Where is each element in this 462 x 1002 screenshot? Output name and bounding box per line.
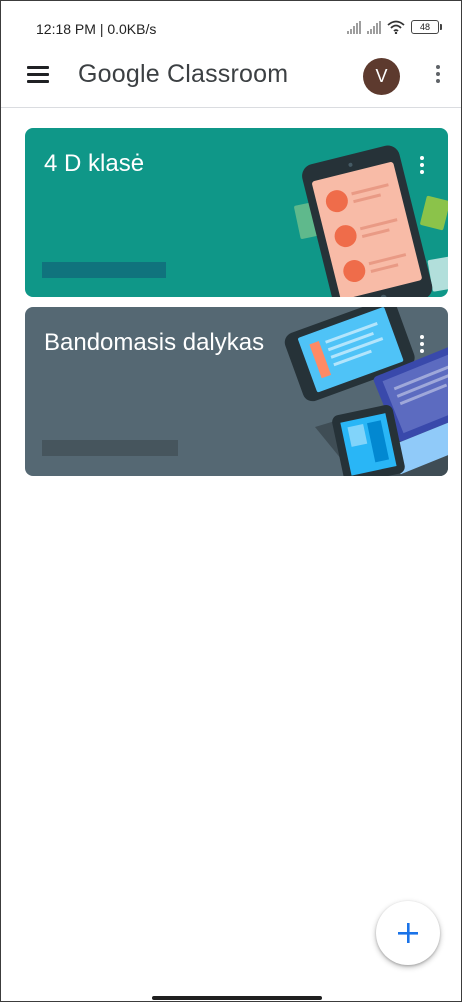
wifi-icon: [387, 20, 405, 34]
signal-icon: [367, 20, 381, 34]
battery-icon: 48: [411, 20, 442, 34]
battery-level: 48: [419, 22, 430, 32]
menu-icon[interactable]: [27, 66, 49, 84]
add-class-button[interactable]: [376, 901, 440, 965]
status-time: 12:18 PM | 0.0KB/s: [36, 21, 157, 37]
class-card-title: 4 D klasė: [44, 150, 145, 177]
app-bar: Google Classroom V: [1, 45, 461, 108]
class-card[interactable]: Bandomasis dalykas: [25, 307, 448, 476]
more-vert-icon[interactable]: [434, 65, 442, 87]
status-bar: 12:18 PM | 0.0KB/s 48: [1, 1, 461, 45]
class-card-subtitle-placeholder: [42, 262, 166, 278]
home-indicator[interactable]: [152, 996, 322, 1000]
signal-icon: [347, 20, 361, 34]
class-card-subtitle-placeholder: [42, 440, 178, 456]
app-title: Google Classroom: [78, 60, 289, 88]
screen: 12:18 PM | 0.0KB/s 48 Google Classroom V…: [0, 0, 462, 1002]
status-icons: 48: [347, 20, 442, 34]
account-avatar[interactable]: V: [363, 58, 400, 95]
class-card[interactable]: 4 D klasė: [25, 128, 448, 297]
class-card-title: Bandomasis dalykas: [44, 329, 265, 356]
plus-icon: [398, 923, 418, 943]
more-vert-icon[interactable]: [419, 335, 425, 355]
more-vert-icon[interactable]: [419, 156, 425, 176]
